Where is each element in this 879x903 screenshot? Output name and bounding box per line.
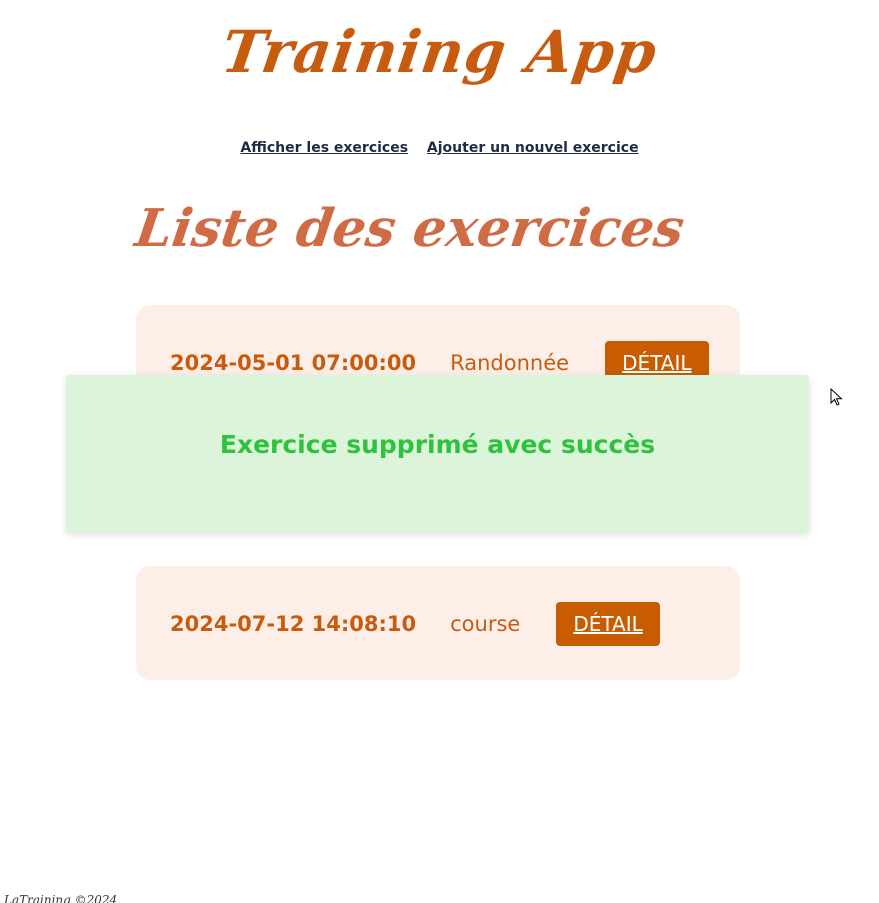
success-toast: Exercice supprimé avec succès xyxy=(66,375,809,533)
main-nav: Afficher les exercices Ajouter un nouvel… xyxy=(0,140,879,156)
detail-button[interactable]: DÉTAIL xyxy=(556,601,660,646)
mouse-cursor-icon xyxy=(830,388,843,406)
nav-link-add-exercise[interactable]: Ajouter un nouvel exercice xyxy=(427,140,639,156)
exercise-type: course xyxy=(450,611,521,636)
app-title: Training App xyxy=(217,18,662,86)
section-title: Liste des exercices xyxy=(131,198,688,259)
exercise-row: 2024-07-12 14:08:10 course DÉTAIL xyxy=(170,601,660,646)
exercise-date: 2024-05-01 07:00:00 xyxy=(170,350,417,375)
exercise-type: Randonnée xyxy=(450,350,570,375)
nav-link-show-exercises[interactable]: Afficher les exercices xyxy=(240,140,408,156)
toast-message: Exercice supprimé avec succès xyxy=(219,430,656,459)
exercise-card: 2024-07-12 14:08:10 course DÉTAIL xyxy=(136,566,740,680)
exercise-date: 2024-07-12 14:08:10 xyxy=(170,611,417,636)
page: Training App Afficher les exercices Ajou… xyxy=(0,0,879,903)
footer-text: LaTraining ©2024 xyxy=(4,893,118,903)
